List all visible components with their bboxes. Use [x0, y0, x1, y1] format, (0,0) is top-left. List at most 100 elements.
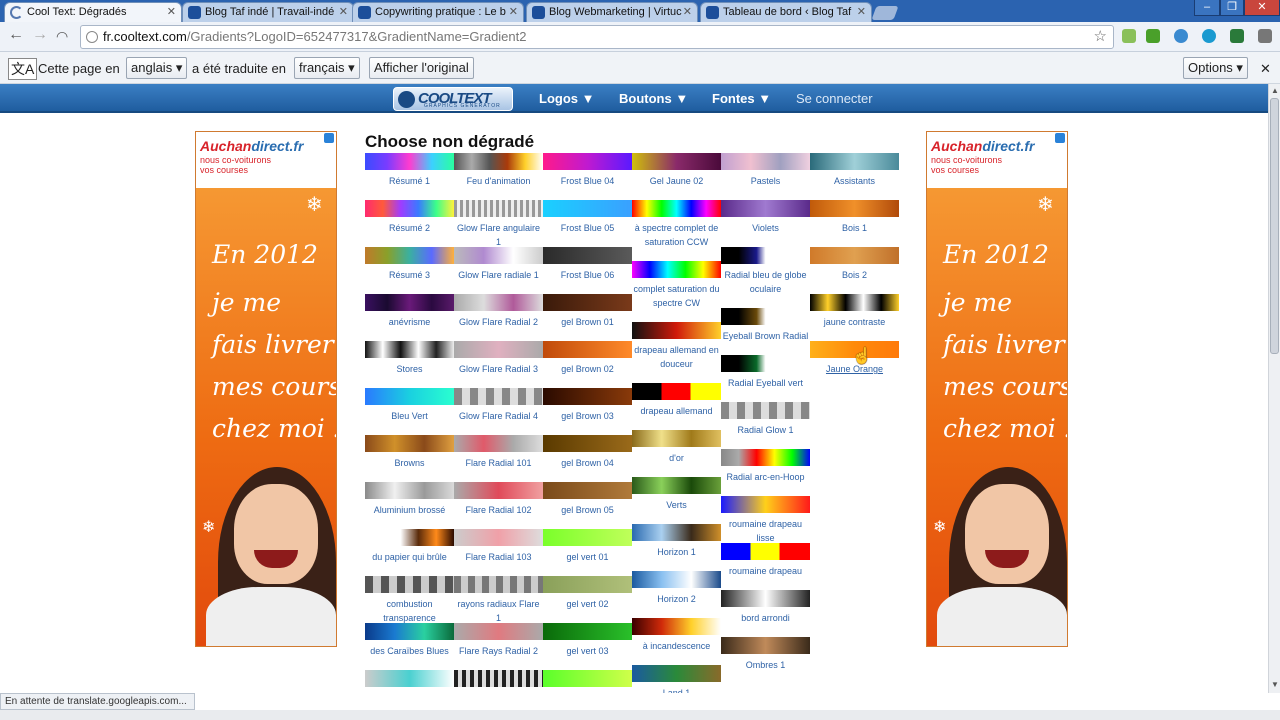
gradient-swatch[interactable]	[454, 200, 543, 217]
tab-2[interactable]: Copywriting pratique : Le b ✕	[352, 2, 524, 22]
tab-3[interactable]: Blog Webmarketing | Virtuc ✕	[526, 2, 698, 22]
gradient-option[interactable]: Horizon 2	[632, 571, 721, 606]
nav-boutons[interactable]: Boutons ▼	[619, 91, 688, 106]
gradient-swatch[interactable]	[721, 308, 810, 325]
gradient-swatch[interactable]	[454, 435, 543, 452]
gradient-option[interactable]: gel vert 03	[543, 623, 632, 658]
gradient-option[interactable]: Flare Radial 103	[454, 529, 543, 564]
gradient-swatch[interactable]	[810, 294, 899, 311]
gradient-label[interactable]: roumaine drapeau	[721, 560, 810, 578]
gradient-label[interactable]: gel vert 02	[543, 593, 632, 611]
gradient-swatch[interactable]	[365, 435, 454, 452]
gradient-label[interactable]: Glow Flare Radial 4	[454, 405, 543, 423]
gradient-option[interactable]: Aluminium brossé	[365, 482, 454, 517]
gradient-option[interactable]: gel vert 01	[543, 529, 632, 564]
gradient-option[interactable]: gel Brown 03	[543, 388, 632, 423]
gradient-swatch[interactable]	[721, 637, 810, 654]
gradient-swatch[interactable]	[543, 623, 632, 640]
gradient-label[interactable]: roumaine drapeau lisse	[721, 513, 810, 545]
gradient-label[interactable]: du papier qui brûle	[365, 546, 454, 564]
gradient-option[interactable]: Radial bleu de globe oculaire	[721, 247, 810, 296]
gradient-swatch[interactable]	[721, 200, 810, 217]
eye-icon[interactable]	[1174, 29, 1188, 43]
gradient-label[interactable]: jaune contraste	[810, 311, 899, 329]
gradient-swatch[interactable]	[543, 435, 632, 452]
ad-banner-left[interactable]: Auchandirect.fr nous co-voiturons vos cour…	[195, 131, 337, 647]
gradient-option[interactable]: Flare Radial 101	[454, 435, 543, 470]
gradient-option[interactable]: Eyeball Brown Radial	[721, 308, 810, 343]
gradient-label[interactable]: Radial arc-en-Hoop	[721, 466, 810, 484]
gradient-option[interactable]: Assistants	[810, 153, 899, 188]
gradient-option[interactable]: Résumé 1	[365, 153, 454, 188]
gradient-option[interactable]: du papier qui brûle	[365, 529, 454, 564]
gradient-option[interactable]: complet saturation du spectre CW	[632, 261, 721, 310]
new-tab-button[interactable]	[871, 6, 899, 20]
gradient-label[interactable]: des Caraïbes Blues	[365, 640, 454, 658]
gradient-label[interactable]: gel vert 03	[543, 640, 632, 658]
gradient-option[interactable]: Frost Blue 05	[543, 200, 632, 235]
signin-link[interactable]: Se connecter	[796, 91, 873, 106]
scroll-down-icon[interactable]: ▼	[1271, 680, 1279, 689]
gradient-swatch[interactable]	[721, 543, 810, 560]
gradient-label[interactable]: Résumé 1	[365, 170, 454, 188]
gradient-option[interactable]: Bois 1	[810, 200, 899, 235]
gradient-label[interactable]: Glow Flare radiale 1	[454, 264, 543, 282]
gradient-option[interactable]: Gel Jaune 02	[632, 153, 721, 188]
gradient-label[interactable]: drapeau allemand	[632, 400, 721, 418]
gradient-swatch[interactable]	[454, 529, 543, 546]
gradient-label[interactable]: anévrisme	[365, 311, 454, 329]
gradient-label[interactable]: à spectre complet de saturation CCW	[632, 217, 721, 249]
gradient-option[interactable]: jaune contraste	[810, 294, 899, 329]
gradient-label[interactable]: d'or	[632, 447, 721, 465]
gradient-option[interactable]: gel Brown 04	[543, 435, 632, 470]
gradient-option[interactable]: Radial Glow 1	[721, 402, 810, 437]
gradient-label[interactable]: Flare Radial 102	[454, 499, 543, 517]
gradient-label[interactable]: Flare Radial 101	[454, 452, 543, 470]
gradient-swatch[interactable]	[721, 402, 810, 419]
show-original-button[interactable]: Afficher l'original	[369, 57, 474, 79]
gradient-option[interactable]: Glow Flare Radial 4	[454, 388, 543, 423]
gradient-swatch[interactable]	[810, 200, 899, 217]
gradient-label[interactable]: Land 1	[632, 682, 721, 693]
gradient-label[interactable]: Flare Radial 103	[454, 546, 543, 564]
gradient-swatch[interactable]	[454, 670, 543, 687]
gradient-option[interactable]: Bois 2	[810, 247, 899, 282]
nav-logos[interactable]: Logos ▼	[539, 91, 594, 106]
gradient-option[interactable]: Glow Flare angulaire 1	[454, 200, 543, 249]
gradient-label[interactable]: gel Brown 05	[543, 499, 632, 517]
gradient-option[interactable]: Glow Flare radiale 1	[454, 247, 543, 282]
gradient-swatch[interactable]	[365, 529, 454, 546]
gradient-label[interactable]: Radial bleu de globe oculaire	[721, 264, 810, 296]
gradient-option[interactable]: roumaine drapeau lisse	[721, 496, 810, 545]
gradient-option[interactable]: Verts	[632, 477, 721, 512]
address-bar[interactable]: fr.cooltext.com/Gradients?LogoID=6524773…	[80, 25, 1114, 49]
gradient-swatch[interactable]	[721, 355, 810, 372]
gradient-swatch[interactable]	[632, 571, 721, 588]
gradient-option[interactable]: Stores	[365, 341, 454, 376]
gradient-swatch[interactable]	[721, 153, 810, 170]
gradient-swatch[interactable]	[454, 341, 543, 358]
gradient-label[interactable]: Gel Jaune 02	[632, 170, 721, 188]
gradient-option[interactable]: Flare Radial 102	[454, 482, 543, 517]
gradient-option[interactable]: bord arrondi	[721, 590, 810, 625]
gradient-option[interactable]: combustion transparence	[365, 576, 454, 625]
gradient-option[interactable]: Glow Flare Radial 3	[454, 341, 543, 376]
gradient-option[interactable]: Ombres 1	[721, 637, 810, 672]
gradient-swatch[interactable]	[365, 200, 454, 217]
gradient-option[interactable]: des Caraïbes Blues	[365, 623, 454, 658]
gradient-label[interactable]: Glow Flare Radial 2	[454, 311, 543, 329]
gradient-label[interactable]	[365, 687, 454, 691]
horizontal-scrollbar[interactable]	[0, 710, 1280, 720]
gradient-label[interactable]: Browns	[365, 452, 454, 470]
gradient-label[interactable]: Feu d'animation	[454, 170, 543, 188]
gradient-swatch[interactable]	[721, 449, 810, 466]
skype-icon[interactable]	[1202, 29, 1216, 43]
gradient-option[interactable]: rayons radiaux Flare 1	[454, 576, 543, 625]
translate-options-button[interactable]: Options ▾	[1183, 57, 1248, 79]
gradient-option[interactable]: Bleu Vert	[365, 388, 454, 423]
gradient-label[interactable]: Assistants	[810, 170, 899, 188]
gradient-option[interactable]: Résumé 2	[365, 200, 454, 235]
gradient-swatch[interactable]	[454, 153, 543, 170]
gradient-option[interactable]: Horizon 1	[632, 524, 721, 559]
gradient-label[interactable]: Radial Glow 1	[721, 419, 810, 437]
